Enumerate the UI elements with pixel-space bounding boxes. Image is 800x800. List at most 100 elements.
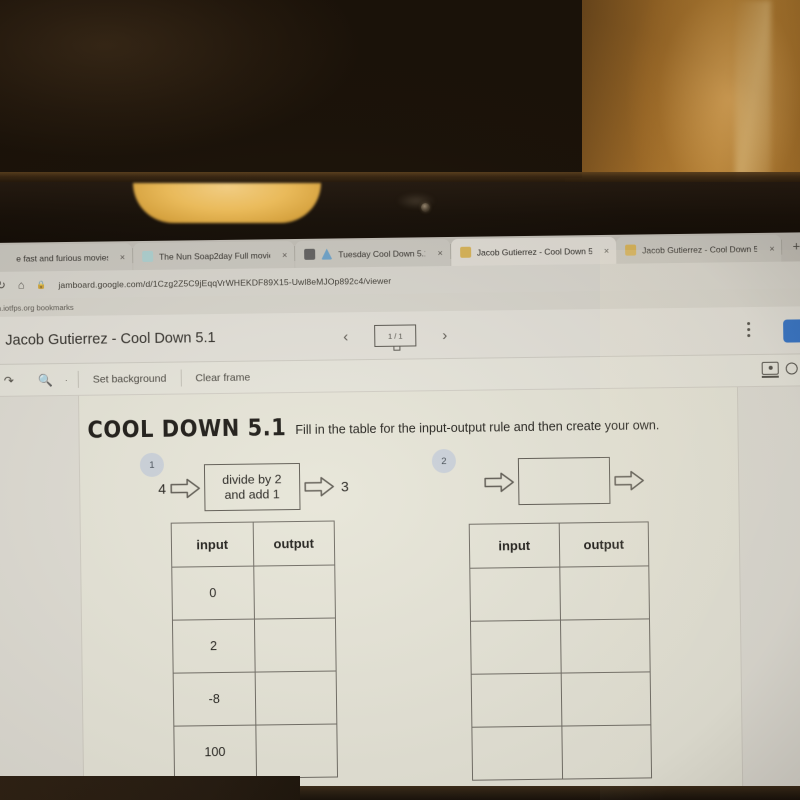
favicon-icon [459,246,471,258]
cell-input[interactable]: 0 [171,566,254,621]
column-header-input: input [171,522,254,568]
column-header-output: output [558,521,649,568]
kebab-dot-icon [747,322,751,326]
favicon-icon [304,248,316,260]
more-options-button[interactable] [747,322,751,338]
account-circle-icon[interactable] [785,362,798,375]
home-icon[interactable]: ⌂ [18,279,25,291]
arrow-right-icon [170,478,200,498]
input-output-table-1[interactable]: input output 0 2 -8 100 [171,521,338,780]
bezel-smudge [396,193,436,209]
lock-icon: 🔒 [36,280,47,290]
worksheet-heading: COOL DOWN 5.1 [87,413,287,444]
reload-icon[interactable]: ↻ [0,279,6,292]
table-row [471,724,652,781]
redo-icon[interactable]: ↷ [0,373,26,387]
machine-input-value: 4 [158,480,167,497]
frame-navigation: ‹ 1 / 1 › [343,311,448,360]
browser-tab[interactable]: e fast and furious movies × [0,243,133,272]
laptop-screen: e fast and furious movies × The Nun Soap… [0,232,800,800]
tab-title: The Nun Soap2day Full movie [158,249,271,262]
tab-title: Jacob Gutierrez - Cool Down 5. [476,245,592,258]
function-machine-1: 4 divide by 2 and add 1 3 [158,462,349,512]
browser-tab[interactable]: Tuesday Cool Down 5.1 × [295,238,450,269]
laptop-lid [0,0,582,178]
tab-close-icon[interactable]: × [114,252,125,262]
table-row: 2 [172,618,337,674]
table-header-row: input output [469,521,649,569]
new-tab-button[interactable]: + [782,238,800,255]
browser-tab[interactable]: The Nun Soap2day Full movie × [132,241,295,271]
cell-output[interactable] [559,565,650,621]
kebab-dot-icon [747,328,751,332]
present-icon[interactable] [761,361,779,375]
share-button[interactable] [783,319,800,343]
clear-frame-button[interactable]: Clear frame [181,371,264,384]
frame-counter[interactable]: 1 / 1 [374,324,417,347]
cell-input[interactable] [471,726,563,781]
previous-frame-button[interactable]: ‹ [343,328,348,345]
bookmark-item[interactable]: n.iotfps.org bookmarks [0,302,74,312]
favicon-icon [141,250,154,263]
favicon-icon [625,244,637,256]
browser-tab[interactable]: Jacob Gutierrez - Cool Down 5. × [616,234,782,264]
arrow-right-icon [614,470,644,490]
arrow-right-icon [484,472,514,492]
tab-close-icon[interactable]: × [598,245,609,255]
tab-title: e fast and furious movies [16,251,108,264]
table-row [469,565,650,622]
cell-output[interactable] [253,565,336,620]
cell-output[interactable] [561,724,652,780]
worksheet-instruction: Fill in the table for the input-output r… [295,418,660,438]
tab-title: Jacob Gutierrez - Cool Down 5. [642,243,758,255]
lamp-reflection [133,183,321,223]
kebab-dot-icon [747,334,751,338]
cell-input[interactable] [469,567,560,622]
table-row [471,671,651,728]
input-output-table-2[interactable]: input output [469,521,652,781]
zoom-icon[interactable]: 🔍 [26,373,65,388]
cell-output[interactable] [559,618,651,674]
table-row: 100 [173,724,338,780]
cell-input[interactable] [470,620,561,675]
cell-input[interactable]: 2 [172,619,255,674]
zoom-dropdown-icon[interactable]: · [65,374,78,384]
cell-input[interactable]: 100 [173,725,257,780]
table-row: 0 [171,565,336,621]
cell-input[interactable]: -8 [173,672,256,727]
cell-output[interactable] [254,671,337,726]
problem-number-badge: 2 [431,448,457,474]
rule-line-2: and add 1 [224,486,280,502]
column-header-output: output [252,521,335,567]
rule-box-2[interactable] [517,456,611,506]
favicon-icon [321,249,332,260]
cell-input[interactable] [471,673,562,728]
cell-output[interactable] [255,724,338,779]
cell-output[interactable] [253,618,337,673]
table-header-row: input output [171,521,335,568]
rule-box-1: divide by 2 and add 1 [203,462,301,512]
rule-line-1: divide by 2 [222,472,282,488]
jamboard-canvas[interactable]: COOL DOWN 5.1 Fill in the table for the … [0,386,800,800]
webcam-icon [421,203,430,212]
worksheet-image: COOL DOWN 5.1 Fill in the table for the … [78,387,744,800]
favicon-icon [0,253,10,264]
machine-output-value: 3 [340,477,349,494]
photo-of-laptop-screen: e fast and furious movies × The Nun Soap… [0,0,800,800]
browser-tab-active[interactable]: Jacob Gutierrez - Cool Down 5. × [450,236,617,266]
address-bar[interactable]: jamboard.google.com/d/1Czg2Z5C9jEqqVrWHE… [58,275,391,289]
tab-close-icon[interactable]: × [763,243,774,253]
column-header-input: input [469,523,560,569]
set-background-button[interactable]: Set background [79,372,181,385]
tab-close-icon[interactable]: × [431,248,442,258]
worksheet-title-row: COOL DOWN 5.1 Fill in the table for the … [87,409,727,444]
page-title: Jacob Gutierrez - Cool Down 5.1 [5,329,216,349]
tab-close-icon[interactable]: × [276,250,287,260]
table-row [470,618,651,675]
tab-title: Tuesday Cool Down 5.1 [338,247,426,259]
function-machine-2 [480,456,652,506]
table-row: -8 [173,671,337,727]
next-frame-button[interactable]: › [442,327,447,344]
arrow-right-icon [304,476,334,496]
cell-output[interactable] [560,671,651,727]
